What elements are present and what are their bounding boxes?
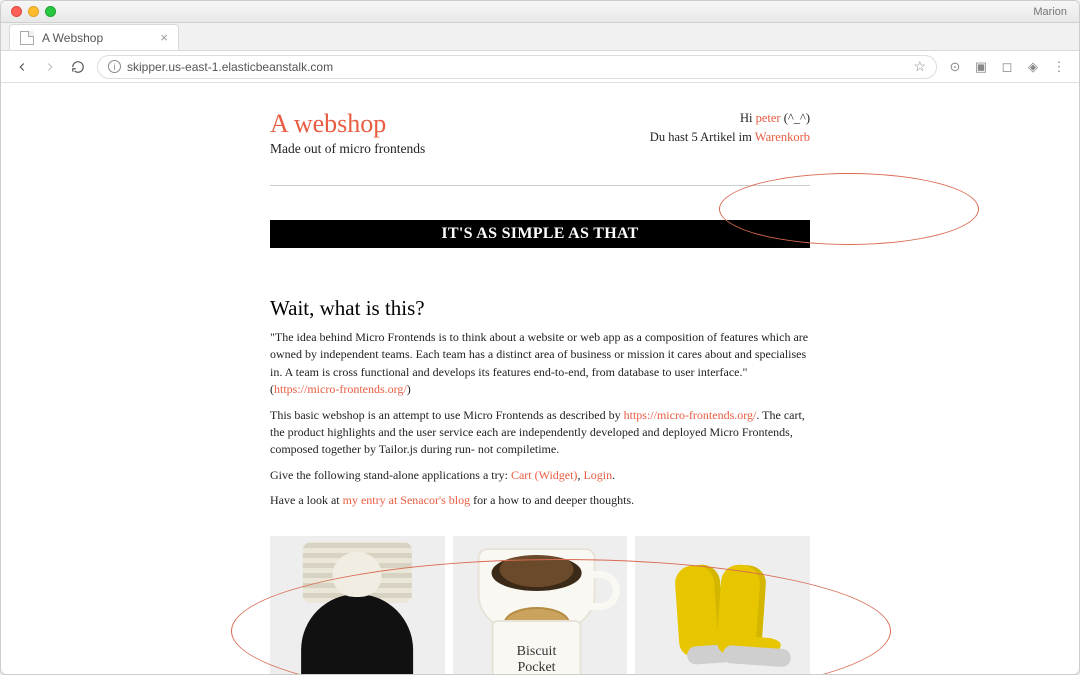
para-3-link-1[interactable]: Cart (Widget) — [511, 468, 578, 482]
user-name-link[interactable]: peter — [756, 111, 781, 125]
bookmark-icon[interactable]: ☆ — [913, 58, 926, 75]
window-controls — [1, 6, 56, 17]
para-2-link[interactable]: https://micro-frontends.org/ — [624, 408, 757, 422]
para-1-link[interactable]: https://micro-frontends.org/ — [274, 382, 407, 396]
close-window-icon[interactable] — [11, 6, 22, 17]
cart-link[interactable]: Warenkorb — [755, 130, 810, 144]
product-card-1: A Pillow Hat :O IN DEN WARENKORB LEGEN — [270, 536, 445, 674]
para-3-end: . — [612, 468, 615, 482]
minimize-window-icon[interactable] — [28, 6, 39, 17]
greeting-emoji: (^_^) — [781, 111, 810, 125]
cart-mid: Artikel im — [698, 130, 755, 144]
browser-toolbar: i skipper.us-east-1.elasticbeanstalk.com… — [1, 51, 1079, 83]
hero-banner: IT'S AS SIMPLE AS THAT — [270, 220, 810, 248]
site-subtitle: Made out of micro frontends — [270, 141, 425, 157]
para-4: Have a look at my entry at Senacor's blo… — [270, 492, 810, 509]
para-2: This basic webshop is an attempt to use … — [270, 407, 810, 459]
menu-icon[interactable]: ⋮ — [1051, 59, 1067, 75]
section-heading: Wait, what is this? — [270, 296, 810, 321]
page-icon — [20, 31, 34, 45]
page-viewport: A webshop Made out of micro frontends Hi… — [1, 83, 1079, 674]
para-4-text: Have a look at — [270, 493, 343, 507]
tab-strip: A Webshop × — [1, 23, 1079, 51]
product-card-3: Free your toes IN DEN WARENKORB LEGEN — [635, 536, 810, 674]
browser-window: Marion A Webshop × i skipper.us-east-1.e… — [0, 0, 1080, 675]
page-header: A webshop Made out of micro frontends Hi… — [270, 109, 810, 157]
user-box: Hi peter (^_^) Du hast 5 Artikel im Ware… — [650, 109, 810, 147]
pocket-label-2: Pocket — [517, 660, 555, 674]
forward-button[interactable] — [41, 58, 59, 76]
ext-icon-2[interactable]: ◻ — [999, 59, 1015, 75]
site-title: A webshop — [270, 109, 425, 139]
para-1: "The idea behind Micro Frontends is to t… — [270, 329, 810, 399]
para-3-link-2[interactable]: Login — [583, 468, 612, 482]
profile-name: Marion — [1033, 6, 1067, 18]
para-3: Give the following stand-alone applicati… — [270, 467, 810, 484]
product-image-3 — [635, 536, 810, 674]
back-button[interactable] — [13, 58, 31, 76]
maximize-window-icon[interactable] — [45, 6, 56, 17]
greeting-line: Hi peter (^_^) — [650, 109, 810, 128]
close-tab-icon[interactable]: × — [160, 30, 168, 45]
product-row: A Pillow Hat :O IN DEN WARENKORB LEGEN B… — [270, 536, 810, 674]
window-titlebar: Marion — [1, 1, 1079, 23]
url-text: skipper.us-east-1.elasticbeanstalk.com — [127, 60, 333, 74]
page-content: A webshop Made out of micro frontends Hi… — [270, 83, 810, 674]
extension-icons: ⊙ ▣ ◻ ◈ ⋮ — [947, 59, 1067, 75]
para-2-text: This basic webshop is an attempt to use … — [270, 408, 624, 422]
pocket-label-1: Biscuit — [517, 644, 557, 660]
cart-prefix: Du hast — [650, 130, 692, 144]
ext-icon-1[interactable]: ⊙ — [947, 59, 963, 75]
site-info-icon[interactable]: i — [108, 60, 121, 73]
greeting-prefix: Hi — [740, 111, 756, 125]
ext-icon-3[interactable]: ◈ — [1025, 59, 1041, 75]
para-3-text: Give the following stand-alone applicati… — [270, 468, 511, 482]
tab-title: A Webshop — [42, 31, 103, 45]
para-1-end: ) — [407, 382, 411, 396]
brand-block: A webshop Made out of micro frontends — [270, 109, 425, 157]
reload-button[interactable] — [69, 58, 87, 76]
cast-icon[interactable]: ▣ — [973, 59, 989, 75]
address-bar[interactable]: i skipper.us-east-1.elasticbeanstalk.com… — [97, 55, 937, 79]
para-4-end: for a how to and deeper thoughts. — [470, 493, 634, 507]
divider — [270, 185, 810, 186]
para-4-link[interactable]: my entry at Senacor's blog — [343, 493, 470, 507]
product-image-2: Biscuit Pocket — [453, 536, 628, 674]
product-card-2: Biscuit Pocket I WANT COOKIES IN DEN WAR… — [453, 536, 628, 674]
cart-line: Du hast 5 Artikel im Warenkorb — [650, 128, 810, 147]
browser-tab[interactable]: A Webshop × — [9, 24, 179, 50]
product-image-1 — [270, 536, 445, 674]
